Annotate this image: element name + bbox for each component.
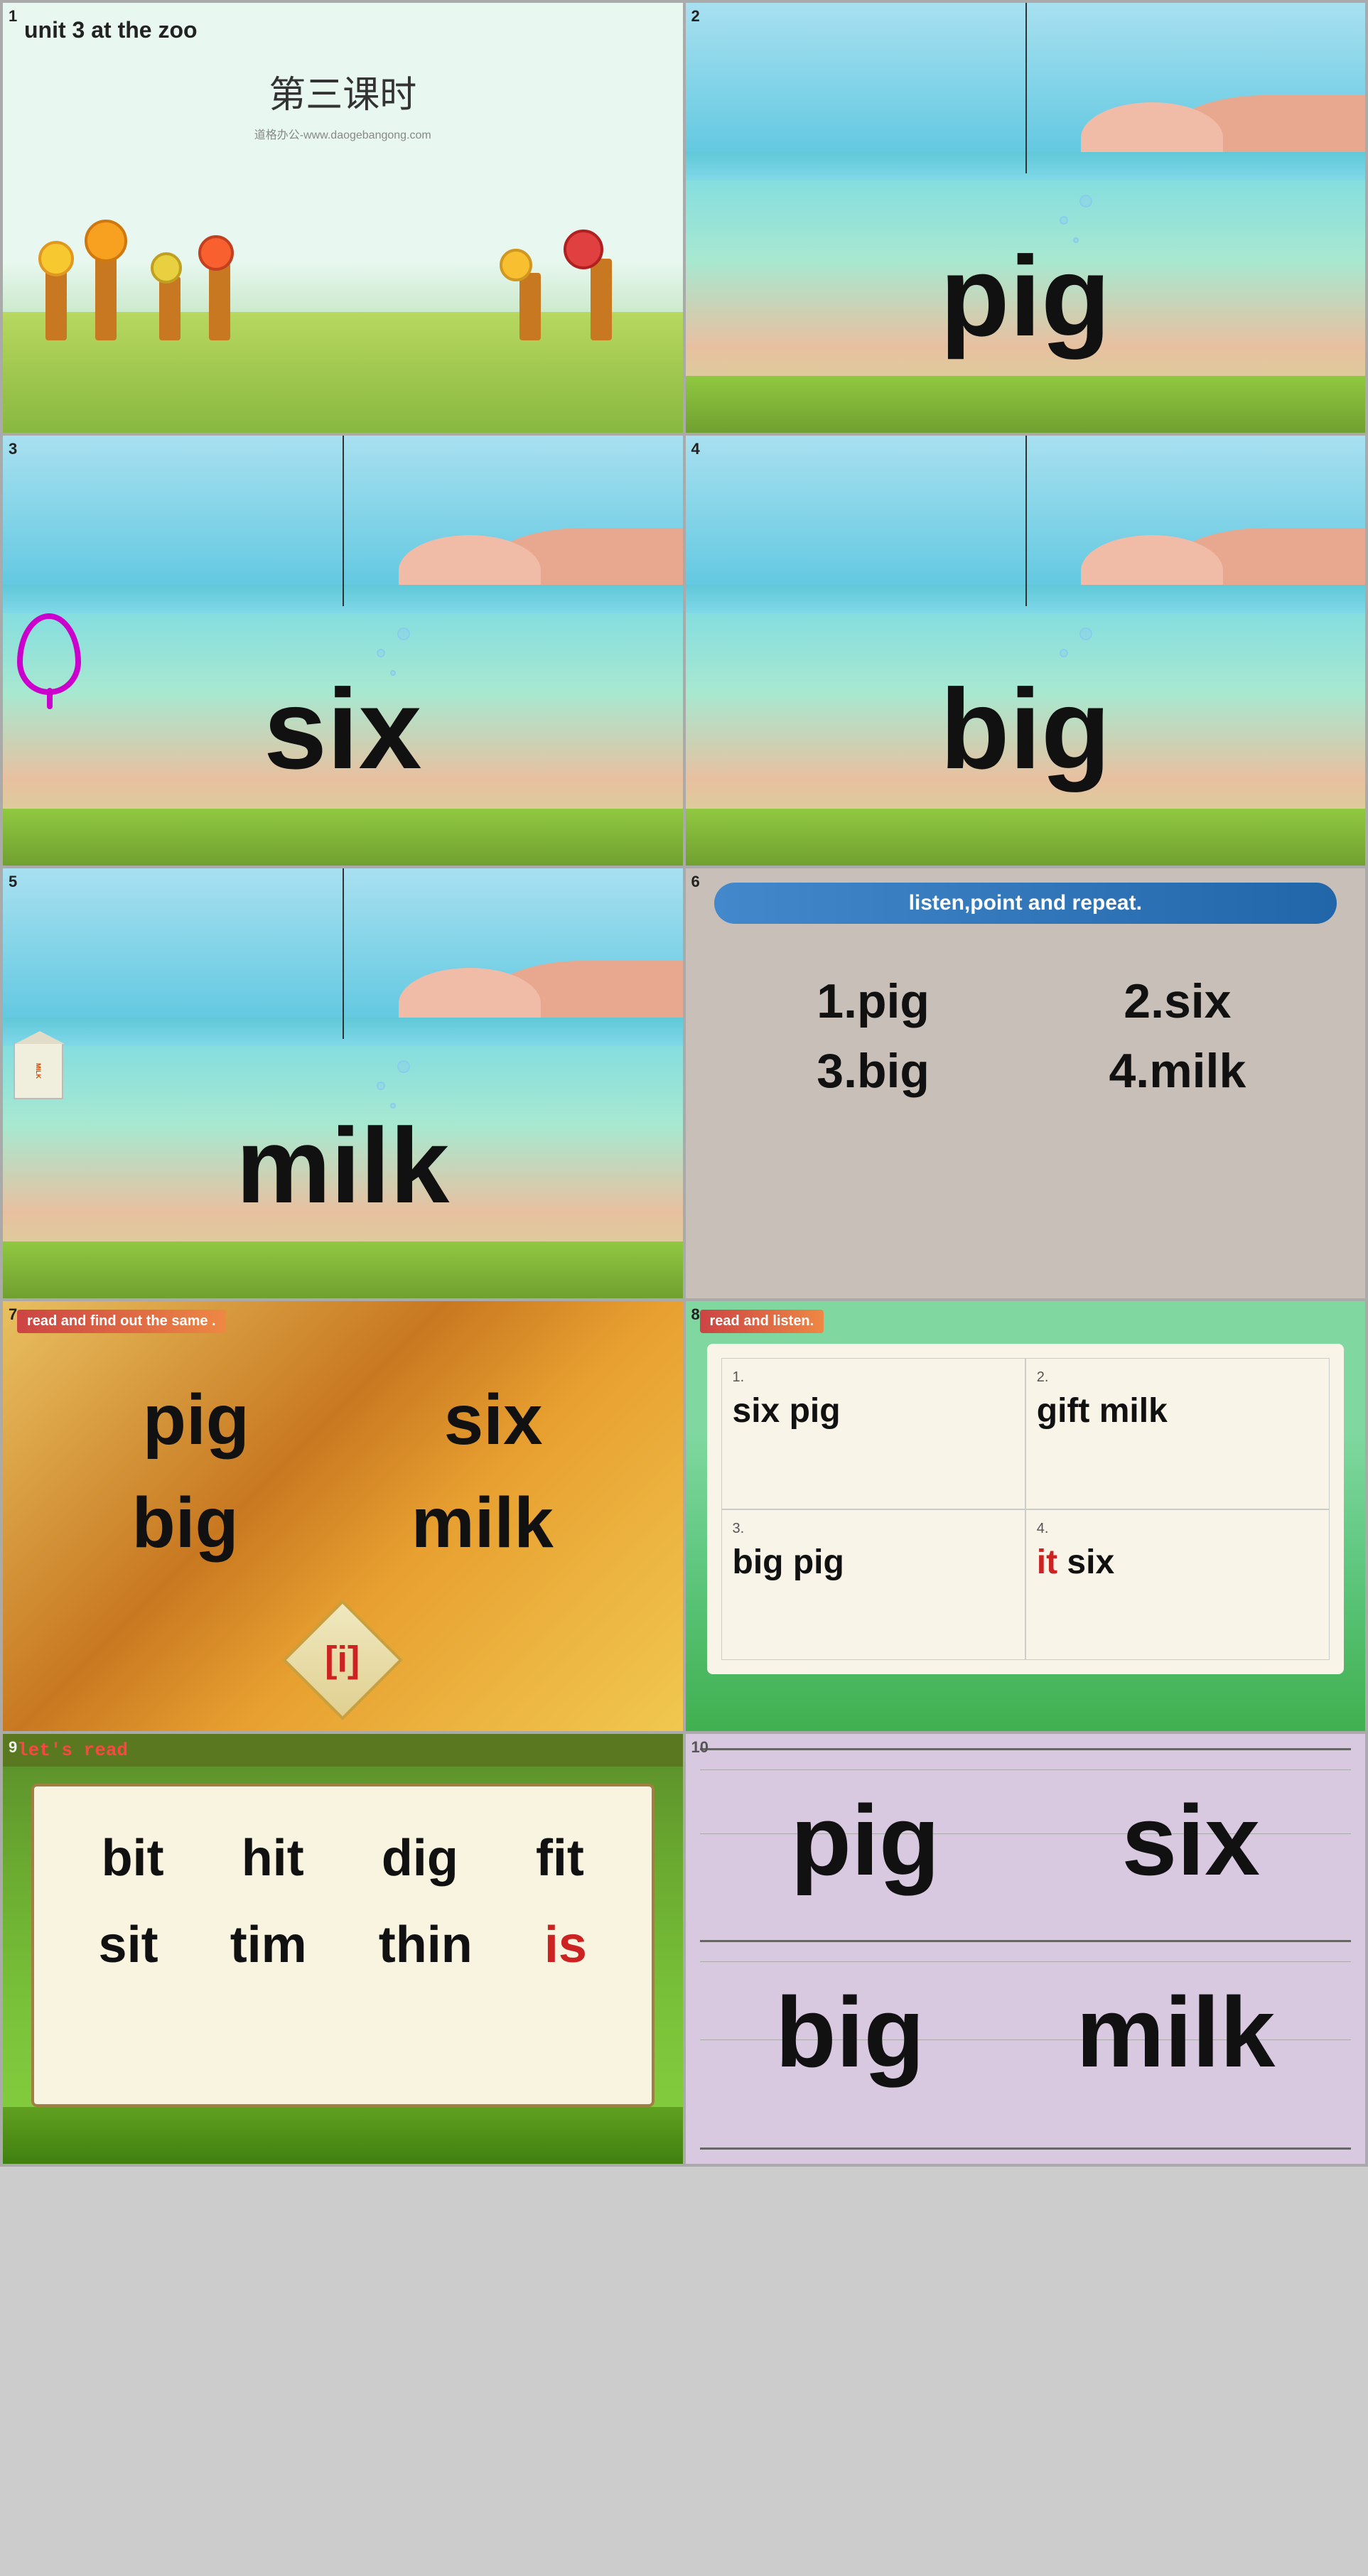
slide9-fit: fit <box>536 1829 584 1887</box>
slide-1: 1 unit 3 at the zoo 第三课时 道格办公-www.daogeb… <box>3 3 683 433</box>
slide6-word-3: 3.big <box>728 1043 1018 1099</box>
slide7-word-milk: milk <box>411 1482 554 1564</box>
slide10-word-pig: pig <box>790 1783 939 1898</box>
slide-5: 5 MILK milk <box>3 868 683 1298</box>
slide9-is: is <box>544 1916 587 1974</box>
slide7-word-six: six <box>444 1379 543 1461</box>
slide-10: 10 pig six big milk <box>686 1734 1366 2164</box>
slide6-word-1: 1.pig <box>728 974 1018 1029</box>
slide7-banner: read and find out the same . <box>17 1310 226 1333</box>
slide8-cell3-num: 3. <box>733 1521 1014 1537</box>
slide5-word: milk <box>3 1104 683 1227</box>
slide-9: let's read 9 bit hit dig fit sit tim thi… <box>3 1734 683 2164</box>
slide1-title: unit 3 at the zoo <box>3 3 683 43</box>
slide8-grid: 1. six pig 2. gift milk 3. big pig 4. it… <box>721 1358 1330 1660</box>
slide8-cell-2: 2. gift milk <box>1025 1358 1330 1509</box>
slide6-header: listen,point and repeat. <box>714 883 1337 924</box>
slide1-subtitle: 第三课时 <box>3 65 683 118</box>
slide9-row1: bit hit dig fit <box>63 1829 623 1887</box>
slide7-words: pig six big milk <box>45 1358 640 1585</box>
slide6-word-4: 4.milk <box>1033 1043 1323 1099</box>
slide-3: 3 six <box>3 436 683 866</box>
slides-grid: 1 unit 3 at the zoo 第三课时 道格办公-www.daogeb… <box>0 0 1368 2167</box>
slide7-word-big: big <box>132 1482 239 1564</box>
slide9-bit: bit <box>102 1829 164 1887</box>
slide10-word-milk: milk <box>1076 1975 1275 2090</box>
slide8-cell-3: 3. big pig <box>721 1509 1025 1661</box>
slide-number-10: 10 <box>691 1738 709 1757</box>
slide10-word-six: six <box>1121 1783 1260 1898</box>
slide6-words: 1.pig 2.six 3.big 4.milk <box>686 945 1366 1127</box>
slide-number-9: 9 <box>9 1738 17 1757</box>
slide10-word-big: big <box>775 1975 925 2090</box>
slide-number-2: 2 <box>691 7 700 26</box>
slide7-row2: big milk <box>45 1482 640 1564</box>
slide8-cell-1: 1. six pig <box>721 1358 1025 1509</box>
slide8-cell1-num: 1. <box>733 1369 1014 1386</box>
slide8-cell2-num: 2. <box>1037 1369 1318 1386</box>
slide8-paper: 1. six pig 2. gift milk 3. big pig 4. it… <box>707 1344 1345 1674</box>
slide8-cell4-num: 4. <box>1037 1521 1318 1537</box>
slide-number-3: 3 <box>9 440 17 458</box>
slide-number-8: 8 <box>691 1305 700 1324</box>
slide9-hit: hit <box>242 1829 304 1887</box>
slide1-watermark: 道格办公-www.daogebangong.com <box>3 125 683 142</box>
slide9-paper: bit hit dig fit sit tim thin is <box>31 1784 655 2107</box>
slide-number-1: 1 <box>9 7 17 26</box>
slide-6: 6 listen,point and repeat. 1.pig 2.six 3… <box>686 868 1366 1298</box>
slide7-phonics-box: [i] <box>282 1600 403 1720</box>
slide8-cell1-words: six pig <box>733 1392 841 1430</box>
slide7-phonics: [i] <box>325 1639 360 1681</box>
slide9-tim: tim <box>230 1916 307 1974</box>
slide7-row1: pig six <box>45 1379 640 1461</box>
slide9-dig: dig <box>382 1829 458 1887</box>
slide6-word-2: 2.six <box>1033 974 1323 1029</box>
slide9-sit: sit <box>99 1916 158 1974</box>
slide-8: 8 read and listen. 1. six pig 2. gift mi… <box>686 1301 1366 1731</box>
slide9-title: let's read <box>3 1734 683 1767</box>
slide8-cell2-words: gift milk <box>1037 1392 1168 1430</box>
slide-7: 7 read and find out the same . pig six b… <box>3 1301 683 1731</box>
slide-number-4: 4 <box>691 440 700 458</box>
slide2-word: pig <box>686 231 1366 362</box>
slide8-cell3-words: big pig <box>733 1543 844 1581</box>
slide8-cell4-words: it six <box>1037 1543 1114 1581</box>
slide7-word-pig: pig <box>143 1379 249 1461</box>
slide3-word: six <box>3 664 683 794</box>
slide-2: 2 pig <box>686 3 1366 433</box>
slide-number-5: 5 <box>9 873 17 891</box>
slide-number-7: 7 <box>9 1305 17 1324</box>
slide-4: 4 big <box>686 436 1366 866</box>
slide8-cell-4: 4. it six <box>1025 1509 1330 1661</box>
slide9-row2: sit tim thin is <box>63 1916 623 1974</box>
slide8-banner: read and listen. <box>700 1310 824 1333</box>
slide9-thin: thin <box>379 1916 473 1974</box>
slide-number-6: 6 <box>691 873 700 891</box>
slide4-word: big <box>686 664 1366 794</box>
